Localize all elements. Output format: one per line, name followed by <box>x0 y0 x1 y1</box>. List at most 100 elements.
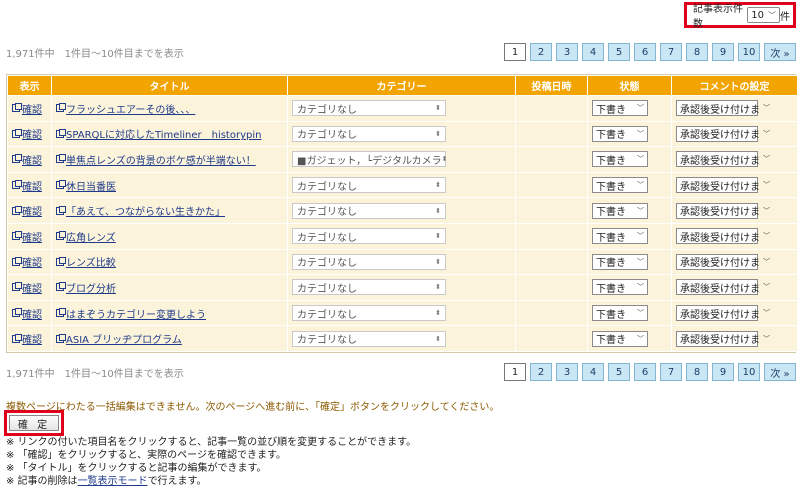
page-button-6[interactable]: 6 <box>634 363 656 381</box>
article-title-link[interactable]: フラッシュエアーその後、、、 <box>56 101 195 116</box>
page-button-4[interactable]: 4 <box>582 43 604 61</box>
page-button-1[interactable]: 1 <box>504 43 526 61</box>
edit-icon <box>56 308 66 318</box>
preview-link[interactable]: 確認 <box>12 126 42 141</box>
page-button-5[interactable]: 5 <box>608 363 630 381</box>
cell-posted <box>515 146 588 173</box>
page-button-9[interactable]: 9 <box>712 43 734 61</box>
preview-link[interactable]: 確認 <box>12 101 42 116</box>
preview-link[interactable]: 確認 <box>12 178 42 193</box>
confirm-button[interactable]: 確 定 <box>9 415 59 431</box>
chevron-down-icon: ﹀ <box>637 155 644 164</box>
status-select[interactable]: 下書き ﹀ <box>592 305 648 322</box>
article-title: 単焦点レンズの背景のボケ感が半端ない！ <box>66 155 256 167</box>
cell-comment: 承認後受け付けま ﹀ <box>671 146 798 173</box>
page-button-3[interactable]: 3 <box>556 43 578 61</box>
page-button-4[interactable]: 4 <box>582 363 604 381</box>
page-button-10[interactable]: 10 <box>738 363 760 381</box>
cell-category: ■ガジェット，└デジタルカメラ ⬍ <box>287 146 516 173</box>
cell-posted <box>515 95 588 122</box>
preview-link[interactable]: 確認 <box>12 331 42 346</box>
preview-link[interactable]: 確認 <box>12 254 42 269</box>
comment-select[interactable]: 承認後受け付けま ﹀ <box>676 125 770 142</box>
cell-comment: 承認後受け付けま ﹀ <box>671 120 798 148</box>
article-title-link[interactable]: はまぞうカテゴリー変更しよう <box>56 306 206 321</box>
status-select[interactable]: 下書き ﹀ <box>592 279 648 296</box>
comment-select[interactable]: 承認後受け付けま ﹀ <box>676 177 770 194</box>
table-row: 確認 はまぞうカテゴリー変更しよう カテゴリなし ⬍ 下書き ﹀ 承認後受け付け… <box>7 299 798 327</box>
article-title-link[interactable]: 休日当番医 <box>56 178 116 193</box>
header-status[interactable]: 状態 <box>587 75 672 96</box>
preview-link[interactable]: 確認 <box>12 306 42 321</box>
category-select[interactable]: カテゴリなし ⬍ <box>292 202 446 219</box>
page-button-8[interactable]: 8 <box>686 363 708 381</box>
comment-select[interactable]: 承認後受け付けま ﹀ <box>676 151 770 168</box>
category-select[interactable]: カテゴリなし ⬍ <box>292 228 446 245</box>
preview-link[interactable]: 確認 <box>12 203 42 218</box>
category-select[interactable]: ■ガジェット，└デジタルカメラ ⬍ <box>292 151 448 168</box>
header-title[interactable]: タイトル <box>51 75 288 96</box>
preview-link[interactable]: 確認 <box>12 229 42 244</box>
page-button-2[interactable]: 2 <box>530 43 552 61</box>
preview-link[interactable]: 確認 <box>12 280 42 295</box>
edit-icon <box>56 282 66 292</box>
comment-select[interactable]: 承認後受け付けま ﹀ <box>676 305 770 322</box>
preview-link[interactable]: 確認 <box>12 152 42 167</box>
article-title-link[interactable]: 単焦点レンズの背景のボケ感が半端ない！ <box>56 152 256 167</box>
category-select[interactable]: カテゴリなし ⬍ <box>292 330 446 347</box>
chevron-down-icon: ﹀ <box>763 104 770 113</box>
comment-select[interactable]: 承認後受け付けま ﹀ <box>676 228 770 245</box>
article-title-link[interactable]: 広角レンズ <box>56 229 116 244</box>
page-button-9[interactable]: 9 <box>712 363 734 381</box>
header-comment[interactable]: コメントの設定 <box>671 75 798 96</box>
category-select[interactable]: カテゴリなし ⬍ <box>292 100 446 117</box>
status-select[interactable]: 下書き ﹀ <box>592 202 648 219</box>
status-select[interactable]: 下書き ﹀ <box>592 228 648 245</box>
category-select[interactable]: カテゴリなし ⬍ <box>292 305 446 322</box>
status-select[interactable]: 下書き ﹀ <box>592 151 648 168</box>
article-title-link[interactable]: ブログ分析 <box>56 280 116 295</box>
page-button-5[interactable]: 5 <box>608 43 630 61</box>
article-title-link[interactable]: ASIA ブリッヂプログラム <box>56 331 182 346</box>
page-button-3[interactable]: 3 <box>556 363 578 381</box>
comment-select[interactable]: 承認後受け付けま ﹀ <box>676 100 770 117</box>
header-category[interactable]: カテゴリー <box>287 75 516 96</box>
preview-label: 確認 <box>22 309 42 321</box>
article-title-link[interactable]: レンズ比較 <box>56 254 116 269</box>
comment-select[interactable]: 承認後受け付けま ﹀ <box>676 330 770 347</box>
comment-select[interactable]: 承認後受け付けま ﹀ <box>676 253 770 270</box>
article-title-link[interactable]: 「あえて、つながらない生きかた」 <box>56 203 225 218</box>
category-select[interactable]: カテゴリなし ⬍ <box>292 177 446 194</box>
chevron-down-icon: ﹀ <box>637 232 644 241</box>
cell-status: 下書き ﹀ <box>587 171 672 199</box>
status-select[interactable]: 下書き ﹀ <box>592 253 648 270</box>
comment-select[interactable]: 承認後受け付けま ﹀ <box>676 202 770 219</box>
page-button-7[interactable]: 7 <box>660 43 682 61</box>
status-select[interactable]: 下書き ﹀ <box>592 330 648 347</box>
status-select[interactable]: 下書き ﹀ <box>592 100 648 117</box>
next-page-button[interactable]: 次 » <box>764 43 796 61</box>
category-select[interactable]: カテゴリなし ⬍ <box>292 253 446 270</box>
next-page-button[interactable]: 次 » <box>764 363 796 381</box>
header-posted[interactable]: 投稿日時 <box>515 75 588 96</box>
article-title-link[interactable]: SPARQLに対応したTimeliner historypin <box>56 126 261 141</box>
category-select[interactable]: カテゴリなし ⬍ <box>292 279 446 296</box>
chevron-down-icon: ﹀ <box>763 232 770 241</box>
status-select[interactable]: 下書き ﹀ <box>592 125 648 142</box>
page-button-6[interactable]: 6 <box>634 43 656 61</box>
page-button-1[interactable]: 1 <box>504 363 526 381</box>
category-value: カテゴリなし <box>297 130 357 142</box>
page-button-8[interactable]: 8 <box>686 43 708 61</box>
page-button-10[interactable]: 10 <box>738 43 760 61</box>
display-count-select[interactable]: 10 ﹀ <box>747 7 780 23</box>
page-button-7[interactable]: 7 <box>660 363 682 381</box>
table-header: 表示 タイトル カテゴリー 投稿日時 状態 コメントの設定 <box>7 75 798 96</box>
status-select[interactable]: 下書き ﹀ <box>592 177 648 194</box>
category-select[interactable]: カテゴリなし ⬍ <box>292 125 446 142</box>
page-button-2[interactable]: 2 <box>530 363 552 381</box>
comment-select[interactable]: 承認後受け付けま ﹀ <box>676 279 770 296</box>
table-row: 確認 ASIA ブリッヂプログラム カテゴリなし ⬍ 下書き ﹀ 承認後受け付け… <box>7 325 798 352</box>
note-4-suffix: で行えます。 <box>147 476 207 487</box>
list-mode-link[interactable]: 一覧表示モード <box>78 476 148 487</box>
cell-status: 下書き ﹀ <box>587 120 672 148</box>
